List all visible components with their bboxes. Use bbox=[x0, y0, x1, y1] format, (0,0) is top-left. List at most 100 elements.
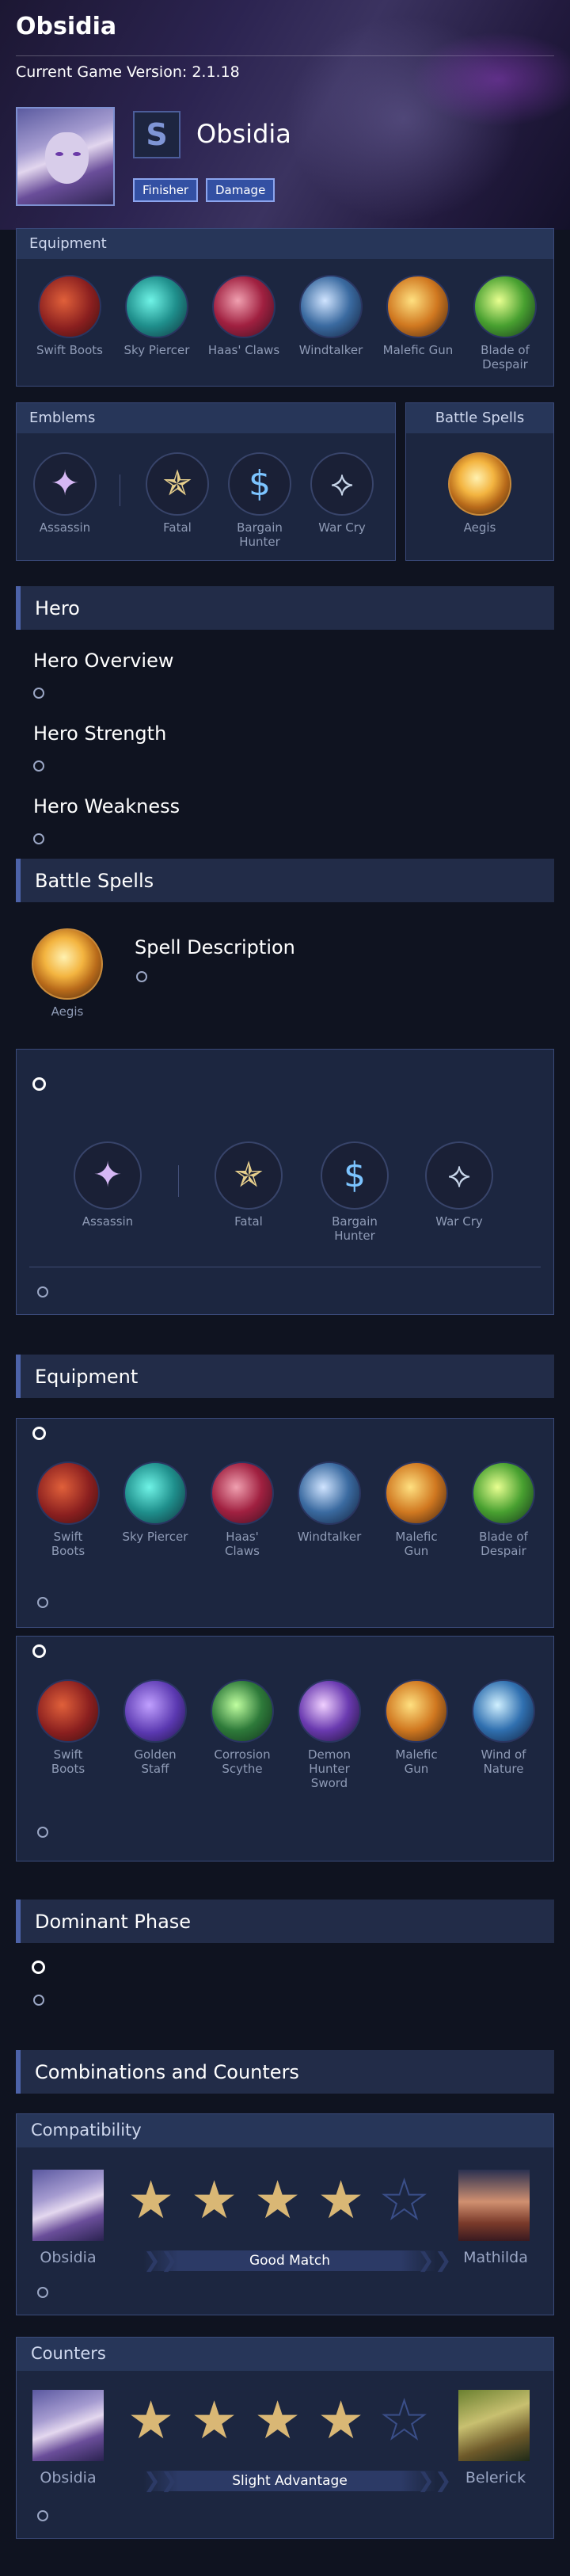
gun-icon bbox=[385, 1461, 448, 1525]
section-hero: Hero bbox=[16, 586, 554, 630]
hero-portrait bbox=[16, 107, 115, 206]
spell-item[interactable]: Aegis bbox=[24, 928, 111, 1019]
assassin-emblem-icon: ✦ bbox=[74, 1141, 142, 1210]
star-filled-icon: ★ bbox=[191, 2390, 238, 2451]
equipment-item[interactable]: Wind of Nature bbox=[460, 1679, 547, 1776]
list-bullet bbox=[32, 1961, 45, 1974]
equipment-item[interactable]: Blade of Despair bbox=[462, 275, 549, 372]
fatal-icon: ✯ bbox=[146, 452, 209, 516]
windtalker-icon bbox=[298, 1461, 361, 1525]
hero-overview-title: Hero Overview bbox=[33, 650, 174, 672]
star-filled-icon: ★ bbox=[317, 2170, 365, 2231]
equipment-build-panel: Swift Boots Golden Staff Corrosion Scyth… bbox=[16, 1636, 554, 1862]
war-cry-icon: ⟡ bbox=[425, 1141, 493, 1210]
list-bullet bbox=[37, 2510, 48, 2521]
hero-banner: Obsidia Current Game Version: 2.1.18 S O… bbox=[0, 0, 570, 230]
equipment-item[interactable]: Demon Hunter Sword bbox=[286, 1679, 373, 1790]
emblem-item[interactable]: ⟡ War Cry bbox=[298, 452, 386, 535]
equipment-panel-title: Equipment bbox=[17, 229, 553, 259]
hero-left-name: Obsidia bbox=[40, 2249, 97, 2266]
avatar[interactable] bbox=[458, 2390, 530, 2461]
equipment-item[interactable]: Windtalker bbox=[286, 1461, 373, 1544]
equipment-item[interactable]: Malefic Gun bbox=[374, 275, 462, 357]
list-bullet bbox=[32, 1077, 46, 1091]
hero-right-name: Mathilda bbox=[463, 2249, 528, 2266]
emblem-build-panel: ✦ Assassin ✯ Fatal $ Bargain Hunter ⟡ Wa… bbox=[16, 1049, 554, 1315]
star-filled-icon: ★ bbox=[254, 2170, 302, 2231]
claws-icon bbox=[212, 275, 276, 338]
battle-spells-panel-title: Battle Spells bbox=[406, 403, 553, 433]
golden-staff-icon bbox=[124, 1679, 187, 1743]
bargain-hunter-icon: $ bbox=[321, 1141, 389, 1210]
list-bullet bbox=[37, 1597, 48, 1608]
emblem-item[interactable]: ✦ Assassin bbox=[64, 1141, 151, 1229]
star-filled-icon: ★ bbox=[317, 2390, 365, 2451]
emblem-item[interactable]: $ Bargain Hunter bbox=[311, 1141, 398, 1243]
equipment-item[interactable]: Corrosion Scythe bbox=[199, 1679, 286, 1776]
equipment-item[interactable]: Sky Piercer bbox=[112, 1461, 199, 1544]
section-dominant-phase: Dominant Phase bbox=[16, 1900, 554, 1943]
fatal-icon: ✯ bbox=[215, 1141, 283, 1210]
list-bullet bbox=[32, 1644, 46, 1658]
emblem-item[interactable]: ✯ Fatal bbox=[205, 1141, 292, 1229]
list-bullet bbox=[33, 1995, 44, 2006]
boots-icon bbox=[36, 1461, 100, 1525]
section-equipment: Equipment bbox=[16, 1355, 554, 1398]
equipment-item[interactable]: Swift Boots bbox=[26, 275, 113, 357]
equipment-item[interactable]: Haas' Claws bbox=[200, 275, 287, 357]
equipment-item[interactable]: Malefic Gun bbox=[373, 1679, 460, 1776]
windtalker-icon bbox=[299, 275, 363, 338]
avatar[interactable] bbox=[32, 2170, 104, 2241]
battle-spells-panel: Battle Spells Aegis bbox=[405, 402, 554, 561]
tag-finisher: Finisher bbox=[133, 178, 199, 202]
hero-name: Obsidia bbox=[196, 119, 291, 149]
emblem-item[interactable]: ✯ Fatal bbox=[134, 452, 221, 535]
equipment-item[interactable]: Sky Piercer bbox=[113, 275, 200, 357]
avatar[interactable] bbox=[458, 2170, 530, 2241]
hero-weakness-title: Hero Weakness bbox=[33, 795, 180, 817]
spell-item[interactable]: Aegis bbox=[436, 452, 523, 535]
corrosion-scythe-icon bbox=[211, 1679, 274, 1743]
match-verdict: Good Match bbox=[143, 2250, 436, 2271]
demon-hunter-sword-icon bbox=[298, 1679, 361, 1743]
blade-icon bbox=[473, 275, 537, 338]
emblem-item[interactable]: ⟡ War Cry bbox=[416, 1141, 503, 1229]
game-version: Current Game Version: 2.1.18 bbox=[16, 63, 240, 81]
compatibility-title: Compatibility bbox=[17, 2114, 553, 2147]
list-bullet bbox=[33, 688, 44, 699]
list-bullet bbox=[136, 971, 147, 982]
avatar[interactable] bbox=[32, 2390, 104, 2461]
emblems-panel-title: Emblems bbox=[17, 403, 395, 433]
gun-icon bbox=[385, 1679, 448, 1743]
wind-of-nature-icon bbox=[472, 1679, 535, 1743]
spell-description-title: Spell Description bbox=[135, 936, 295, 958]
list-bullet bbox=[32, 1427, 46, 1440]
war-cry-icon: ⟡ bbox=[310, 452, 374, 516]
equipment-item[interactable]: Swift Boots bbox=[25, 1461, 112, 1558]
emblem-item[interactable]: $ Bargain Hunter bbox=[216, 452, 303, 549]
boots-icon bbox=[38, 275, 101, 338]
hero-left-name: Obsidia bbox=[40, 2469, 97, 2486]
assassin-emblem-icon: ✦ bbox=[33, 452, 97, 516]
blade-icon bbox=[472, 1461, 535, 1525]
compatibility-panel: Compatibility Obsidia ❯❯ Good Match ❯❯ M… bbox=[16, 2113, 554, 2315]
equipment-item[interactable]: Windtalker bbox=[287, 275, 374, 357]
equipment-item[interactable]: Golden Staff bbox=[112, 1679, 199, 1776]
role-icon: S bbox=[133, 111, 180, 158]
sky-piercer-icon bbox=[125, 275, 188, 338]
counters-panel: Counters Obsidia ❯❯ Slight Advantage ❯❯ … bbox=[16, 2337, 554, 2539]
equipment-build-panel: Swift Boots Sky Piercer Haas' Claws Wind… bbox=[16, 1418, 554, 1628]
emblem-item[interactable]: ✦ Assassin bbox=[21, 452, 108, 535]
aegis-icon bbox=[448, 452, 511, 516]
section-battle-spells: Battle Spells bbox=[16, 859, 554, 902]
gun-icon bbox=[386, 275, 450, 338]
list-bullet bbox=[37, 1827, 48, 1838]
star-filled-icon: ★ bbox=[191, 2170, 238, 2231]
equipment-item[interactable]: Blade of Despair bbox=[460, 1461, 547, 1558]
match-verdict: Slight Advantage bbox=[143, 2471, 436, 2491]
equipment-item[interactable]: Malefic Gun bbox=[373, 1461, 460, 1558]
equipment-item[interactable]: Haas' Claws bbox=[199, 1461, 286, 1558]
bargain-hunter-icon: $ bbox=[228, 452, 291, 516]
aegis-icon bbox=[32, 928, 103, 1000]
equipment-item[interactable]: Swift Boots bbox=[25, 1679, 112, 1776]
